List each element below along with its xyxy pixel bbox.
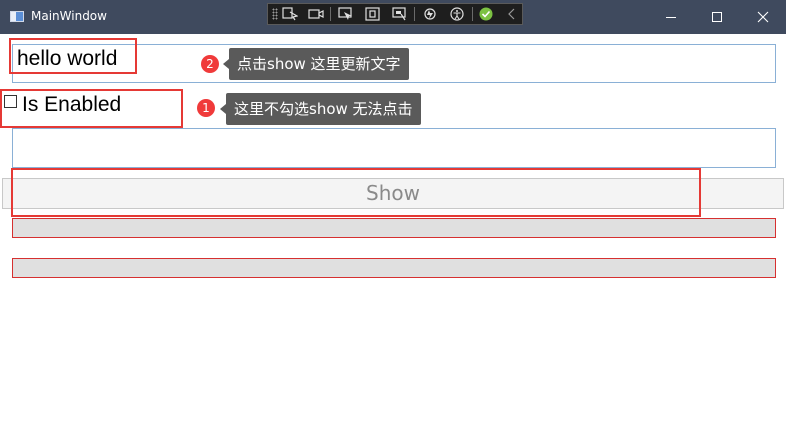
progress-bar-2 xyxy=(12,258,776,278)
collapse-icon[interactable] xyxy=(504,7,520,21)
highlight-box-checkbox xyxy=(0,89,183,128)
window-title: MainWindow xyxy=(31,9,107,23)
toolbar-grip-icon[interactable] xyxy=(272,8,278,20)
debug-toolbar xyxy=(267,3,523,25)
annotation-callout-2: 点击show 这里更新文字 xyxy=(223,48,409,80)
main-window: MainWindow hello world 2 点击show 这里更新文字 I… xyxy=(0,0,786,446)
selection-icon[interactable] xyxy=(338,7,354,21)
close-icon[interactable] xyxy=(740,0,786,34)
maximize-icon[interactable] xyxy=(694,0,740,34)
annotation-badge-1: 1 xyxy=(197,99,215,117)
toolbar-separator xyxy=(472,7,473,21)
toolbar-separator xyxy=(414,7,415,21)
minimize-icon[interactable] xyxy=(648,0,694,34)
layout-adorner-icon[interactable] xyxy=(365,7,381,21)
highlight-box-text-input xyxy=(9,38,137,74)
second-text-input[interactable] xyxy=(12,128,776,168)
title-bar[interactable]: MainWindow xyxy=(0,0,786,34)
highlight-box-show-button xyxy=(11,168,701,217)
hot-reload-icon[interactable] xyxy=(422,7,438,21)
toolbar-separator xyxy=(330,7,331,21)
record-icon[interactable] xyxy=(308,7,324,21)
track-focus-icon[interactable] xyxy=(392,7,408,21)
progress-bar-1 xyxy=(12,218,776,238)
annotation-callout-1: 这里不勾选show 无法点击 xyxy=(220,93,421,125)
annotation-badge-2: 2 xyxy=(201,55,219,73)
select-element-icon[interactable] xyxy=(282,7,298,21)
app-window-icon xyxy=(10,11,24,22)
accessibility-icon[interactable] xyxy=(449,7,465,21)
binding-check-icon[interactable] xyxy=(478,7,494,21)
